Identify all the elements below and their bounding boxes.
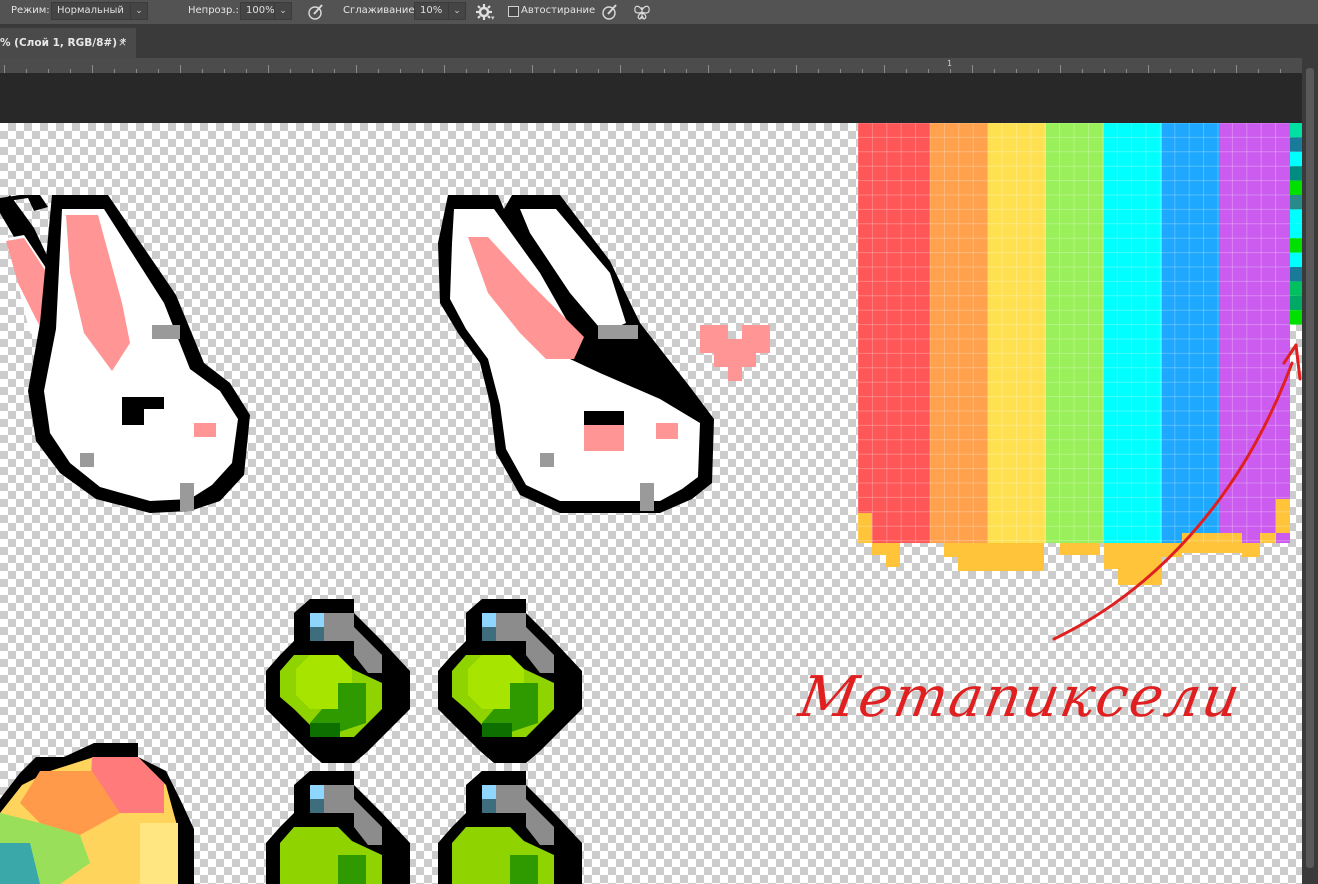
potion-sprite [266,771,410,884]
annotation-text: Метапиксели [794,665,1247,730]
rainbow-band [1104,123,1162,543]
metapixel-cell [1290,252,1302,267]
metapixel-cell [1290,267,1302,282]
artwork [0,123,1302,884]
opacity-value: 100% [246,5,275,16]
rainbow-ball-sprite [0,743,194,884]
rainbow-drip [944,543,958,557]
rainbow-band [1162,123,1220,543]
ruler-tick [972,65,973,73]
rainbow-drip [1104,543,1118,569]
potion-sprite [438,771,582,884]
metapixel-cell [1290,166,1302,181]
metapixel-cell [1290,137,1302,152]
rainbow-drip [858,513,872,543]
options-bar: Режим: Нормальный ⌄ Непрозр.: 100% ⌄ Сгл… [0,0,1318,24]
ruler-tick [1236,65,1237,73]
rainbow-band [988,123,1046,543]
rainbow-drip [1260,533,1276,543]
ruler-tick [1060,65,1061,73]
autoerase-label: Автостирание [521,5,596,16]
vertical-scrollbar[interactable] [1302,58,1318,884]
ruler-tick [532,65,533,73]
rainbow-band [1220,123,1290,543]
bunny-sprite [438,195,714,513]
metapixel-cell [1290,310,1302,325]
mode-label: Режим: [11,5,50,16]
document-tab-title: % (Слой 1, RGB/8#) * [0,37,127,49]
ruler-tick [4,65,5,73]
ruler-tick [268,65,269,73]
rainbow-drip [1118,543,1162,585]
metapixel-cell [1290,238,1302,253]
metapixel-cell [1290,295,1302,311]
opacity-label: Непрозр.: [188,5,239,16]
metapixel-cell [1290,195,1302,210]
chevron-down-icon: ▾ [491,14,495,22]
pressure-opacity-icon[interactable] [306,2,326,22]
scrollbar-thumb[interactable] [1306,68,1314,868]
chevron-down-icon: ⌄ [448,3,465,19]
document-canvas[interactable]: Метапиксели [0,123,1302,884]
ruler-tick [620,65,621,73]
symmetry-butterfly-icon[interactable] [632,2,652,22]
smoothing-label: Сглаживание: [343,5,418,16]
bunny-sprite [0,195,250,513]
document-tab-bar: % (Слой 1, RGB/8#) * × [0,24,1318,58]
ruler-label: 1 [947,59,953,68]
close-icon[interactable]: × [118,28,127,58]
mode-dropdown[interactable]: Нормальный ⌄ [51,2,148,20]
autoerase-checkbox[interactable] [508,6,519,17]
potion-sprite [266,599,410,763]
ruler-tick [884,65,885,73]
mode-value: Нормальный [57,5,124,16]
rainbow-band [1046,123,1104,543]
metapixel-cell [1290,151,1302,167]
horizontal-ruler[interactable]: 1 [0,58,1302,73]
metapixel-cell [1290,209,1302,224]
ruler-tick [796,65,797,73]
chevron-down-icon: ⌄ [130,3,147,19]
rainbow-drip [958,543,1044,571]
potion-sprite [438,599,582,763]
ruler-tick [356,65,357,73]
metapixel-cell [1290,180,1302,195]
rainbow-drip [1276,499,1290,533]
pressure-size-icon[interactable] [600,2,620,22]
rainbow-drip [872,543,886,555]
metapixel-cell [1290,123,1302,138]
ruler-tick [92,65,93,73]
metapixel-cell [1290,223,1302,239]
rainbow-drip [886,543,900,567]
ruler-tick [180,65,181,73]
metapixel-cell [1290,281,1302,296]
smoothing-value: 10% [420,5,443,16]
smoothing-field[interactable]: 10% ⌄ [414,2,466,20]
rainbow-drip [1242,543,1260,557]
ruler-tick [444,65,445,73]
document-tab[interactable]: % (Слой 1, RGB/8#) * × [0,28,136,58]
ruler-tick [1148,65,1149,73]
heart-sprite [700,325,770,381]
rainbow-band [858,123,930,543]
metapixel-strip [1290,123,1302,325]
chevron-down-icon: ⌄ [274,3,291,19]
opacity-field[interactable]: 100% ⌄ [240,2,292,20]
ruler-tick [708,65,709,73]
